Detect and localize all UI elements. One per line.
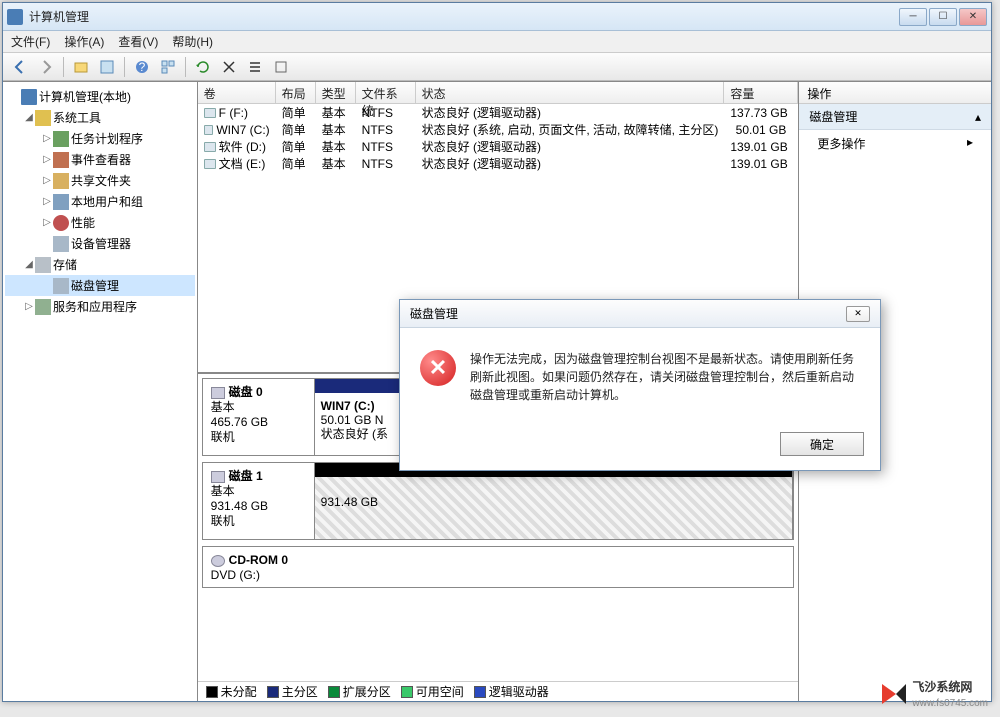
disk-row-cdrom[interactable]: CD-ROM 0 DVD (G:) bbox=[202, 546, 795, 588]
tree-system-tools[interactable]: ◢系统工具 bbox=[5, 107, 195, 128]
menu-file[interactable]: 文件(F) bbox=[11, 33, 50, 50]
col-status[interactable]: 状态 bbox=[416, 82, 725, 103]
refresh-icon[interactable] bbox=[192, 56, 214, 78]
delete-icon[interactable] bbox=[218, 56, 240, 78]
col-volume[interactable]: 卷 bbox=[198, 82, 276, 103]
settings-icon[interactable] bbox=[270, 56, 292, 78]
forward-button[interactable] bbox=[35, 56, 57, 78]
watermark-url: www.fs0745.com bbox=[912, 698, 988, 709]
view-icon[interactable] bbox=[157, 56, 179, 78]
col-type[interactable]: 类型 bbox=[316, 82, 356, 103]
partition-unallocated[interactable]: 931.48 GB bbox=[315, 463, 794, 539]
chevron-right-icon: ▸ bbox=[967, 135, 973, 152]
actions-header: 操作 bbox=[799, 82, 991, 104]
toolbar-separator bbox=[185, 57, 186, 77]
toolbar: ? bbox=[3, 53, 991, 81]
close-button[interactable]: ✕ bbox=[959, 8, 987, 26]
volume-row[interactable]: 文档 (E:)简单基本NTFS状态良好 (逻辑驱动器)139.01 GB bbox=[198, 155, 799, 172]
svg-text:?: ? bbox=[139, 60, 146, 74]
list-icon[interactable] bbox=[244, 56, 266, 78]
titlebar: 计算机管理 ─ ☐ ✕ bbox=[3, 3, 991, 31]
col-layout[interactable]: 布局 bbox=[276, 82, 316, 103]
tree-disk-management[interactable]: 磁盘管理 bbox=[5, 275, 195, 296]
tree-task-scheduler[interactable]: ▷任务计划程序 bbox=[5, 128, 195, 149]
up-icon[interactable] bbox=[70, 56, 92, 78]
watermark: 飞沙系统网 www.fs0745.com bbox=[882, 678, 988, 709]
menubar: 文件(F) 操作(A) 查看(V) 帮助(H) bbox=[3, 31, 991, 53]
volume-row[interactable]: F (F:)简单基本NTFS状态良好 (逻辑驱动器)137.73 GB bbox=[198, 104, 799, 121]
dialog-titlebar: 磁盘管理 ✕ bbox=[400, 300, 880, 328]
watermark-name: 飞沙系统网 bbox=[912, 678, 988, 695]
properties-icon[interactable] bbox=[96, 56, 118, 78]
action-disk-management[interactable]: 磁盘管理▴ bbox=[799, 104, 991, 130]
volume-row[interactable]: 软件 (D:)简单基本NTFS状态良好 (逻辑驱动器)139.01 GB bbox=[198, 138, 799, 155]
tree-event-viewer[interactable]: ▷事件查看器 bbox=[5, 149, 195, 170]
back-button[interactable] bbox=[9, 56, 31, 78]
minimize-button[interactable]: ─ bbox=[899, 8, 927, 26]
tree-services[interactable]: ▷服务和应用程序 bbox=[5, 296, 195, 317]
dialog-title: 磁盘管理 bbox=[410, 305, 458, 322]
volume-icon bbox=[204, 159, 216, 169]
toolbar-separator bbox=[124, 57, 125, 77]
tree-device-manager[interactable]: 设备管理器 bbox=[5, 233, 195, 254]
help-icon[interactable]: ? bbox=[131, 56, 153, 78]
disk-info: 磁盘 1 基本 931.48 GB 联机 bbox=[203, 463, 315, 539]
tree-local-users[interactable]: ▷本地用户和组 bbox=[5, 191, 195, 212]
action-more[interactable]: 更多操作▸ bbox=[799, 130, 991, 157]
disk-info: 磁盘 0 基本 465.76 GB 联机 bbox=[203, 379, 315, 455]
tree-shared-folders[interactable]: ▷共享文件夹 bbox=[5, 170, 195, 191]
maximize-button[interactable]: ☐ bbox=[929, 8, 957, 26]
volume-icon bbox=[204, 108, 216, 118]
volume-icon bbox=[204, 142, 216, 152]
col-capacity[interactable]: 容量 bbox=[724, 82, 798, 103]
ok-button[interactable]: 确定 bbox=[780, 432, 864, 456]
tree-performance[interactable]: ▷性能 bbox=[5, 212, 195, 233]
tree-root[interactable]: 计算机管理(本地) bbox=[5, 86, 195, 107]
error-icon: ✕ bbox=[420, 350, 456, 386]
menu-help[interactable]: 帮助(H) bbox=[172, 33, 213, 50]
window-title: 计算机管理 bbox=[29, 8, 899, 25]
volume-row[interactable]: WIN7 (C:)简单基本NTFS状态良好 (系统, 启动, 页面文件, 活动,… bbox=[198, 121, 799, 138]
watermark-icon bbox=[882, 682, 906, 706]
error-dialog: 磁盘管理 ✕ ✕ 操作无法完成，因为磁盘管理控制台视图不是最新状态。请使用刷新任… bbox=[399, 299, 881, 471]
volume-header: 卷 布局 类型 文件系统 状态 容量 bbox=[198, 82, 799, 104]
disk-partitions: 931.48 GB bbox=[315, 463, 794, 539]
partition[interactable]: WIN7 (C:) 50.01 GB N 状态良好 (系 bbox=[315, 379, 405, 455]
menu-view[interactable]: 查看(V) bbox=[118, 33, 158, 50]
toolbar-separator bbox=[63, 57, 64, 77]
tree-panel: 计算机管理(本地) ◢系统工具 ▷任务计划程序 ▷事件查看器 ▷共享文件夹 ▷本… bbox=[3, 82, 198, 701]
menu-action[interactable]: 操作(A) bbox=[64, 33, 104, 50]
col-filesystem[interactable]: 文件系统 bbox=[356, 82, 416, 103]
disk-info: CD-ROM 0 DVD (G:) bbox=[203, 547, 794, 587]
disk-icon bbox=[211, 471, 225, 483]
tree-storage[interactable]: ◢存储 bbox=[5, 254, 195, 275]
disk-icon bbox=[211, 387, 225, 399]
disk-row-1[interactable]: 磁盘 1 基本 931.48 GB 联机 931.48 GB bbox=[202, 462, 795, 540]
app-icon bbox=[7, 9, 23, 25]
dialog-close-button[interactable]: ✕ bbox=[846, 306, 870, 322]
dialog-message: 操作无法完成，因为磁盘管理控制台视图不是最新状态。请使用刷新任务刷新此视图。如果… bbox=[470, 350, 860, 404]
cdrom-icon bbox=[211, 555, 225, 567]
legend: 未分配 主分区 扩展分区 可用空间 逻辑驱动器 bbox=[198, 681, 799, 701]
window-buttons: ─ ☐ ✕ bbox=[899, 8, 987, 26]
collapse-icon: ▴ bbox=[975, 110, 981, 124]
volume-icon bbox=[204, 125, 214, 135]
